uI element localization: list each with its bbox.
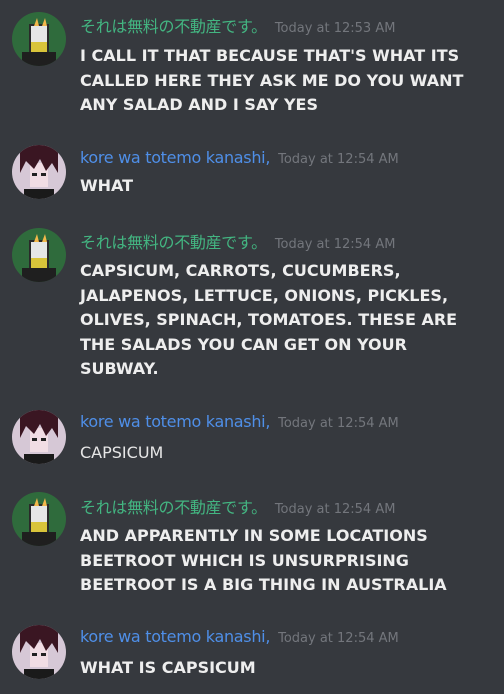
message-text: CAPSICUM — [80, 443, 164, 462]
author-name[interactable]: それは無料の不動産です。 — [80, 498, 267, 517]
timestamp: Today at 12:54 AM — [274, 502, 396, 517]
timestamp: Today at 12:53 AM — [274, 21, 396, 36]
avatar[interactable] — [12, 410, 66, 464]
message-text: WHAT IS CAPSICUM — [80, 658, 256, 677]
message-text: AND APPARENTLY IN SOME LOCATIONS BEETROO… — [80, 526, 447, 594]
author-name[interactable]: それは無料の不動産です。 — [80, 17, 267, 36]
author-name[interactable]: kore wa totemo kanashi, — [80, 412, 270, 431]
message-text: I CALL IT THAT BECAUSE THAT'S WHAT ITS C… — [80, 46, 464, 114]
timestamp: Today at 12:54 AM — [278, 152, 399, 167]
avatar[interactable] — [12, 12, 66, 66]
timestamp: Today at 12:54 AM — [278, 631, 399, 646]
avatar[interactable] — [12, 625, 66, 679]
author-name[interactable]: それは無料の不動産です。 — [80, 233, 267, 252]
avatar[interactable] — [12, 145, 66, 199]
message-text: CAPSICUM, CARROTS, CUCUMBERS, JALAPENOS,… — [80, 261, 458, 378]
timestamp: Today at 12:54 AM — [278, 416, 399, 431]
author-name[interactable]: kore wa totemo kanashi, — [80, 627, 270, 646]
chat-log: それは無料の不動産です。 Today at 12:53 AM I CALL IT … — [0, 0, 504, 694]
avatar[interactable] — [12, 492, 66, 546]
author-name[interactable]: kore wa totemo kanashi, — [80, 148, 270, 167]
message-text: WHAT — [80, 176, 134, 195]
timestamp: Today at 12:54 AM — [274, 237, 396, 252]
avatar[interactable] — [12, 228, 66, 282]
